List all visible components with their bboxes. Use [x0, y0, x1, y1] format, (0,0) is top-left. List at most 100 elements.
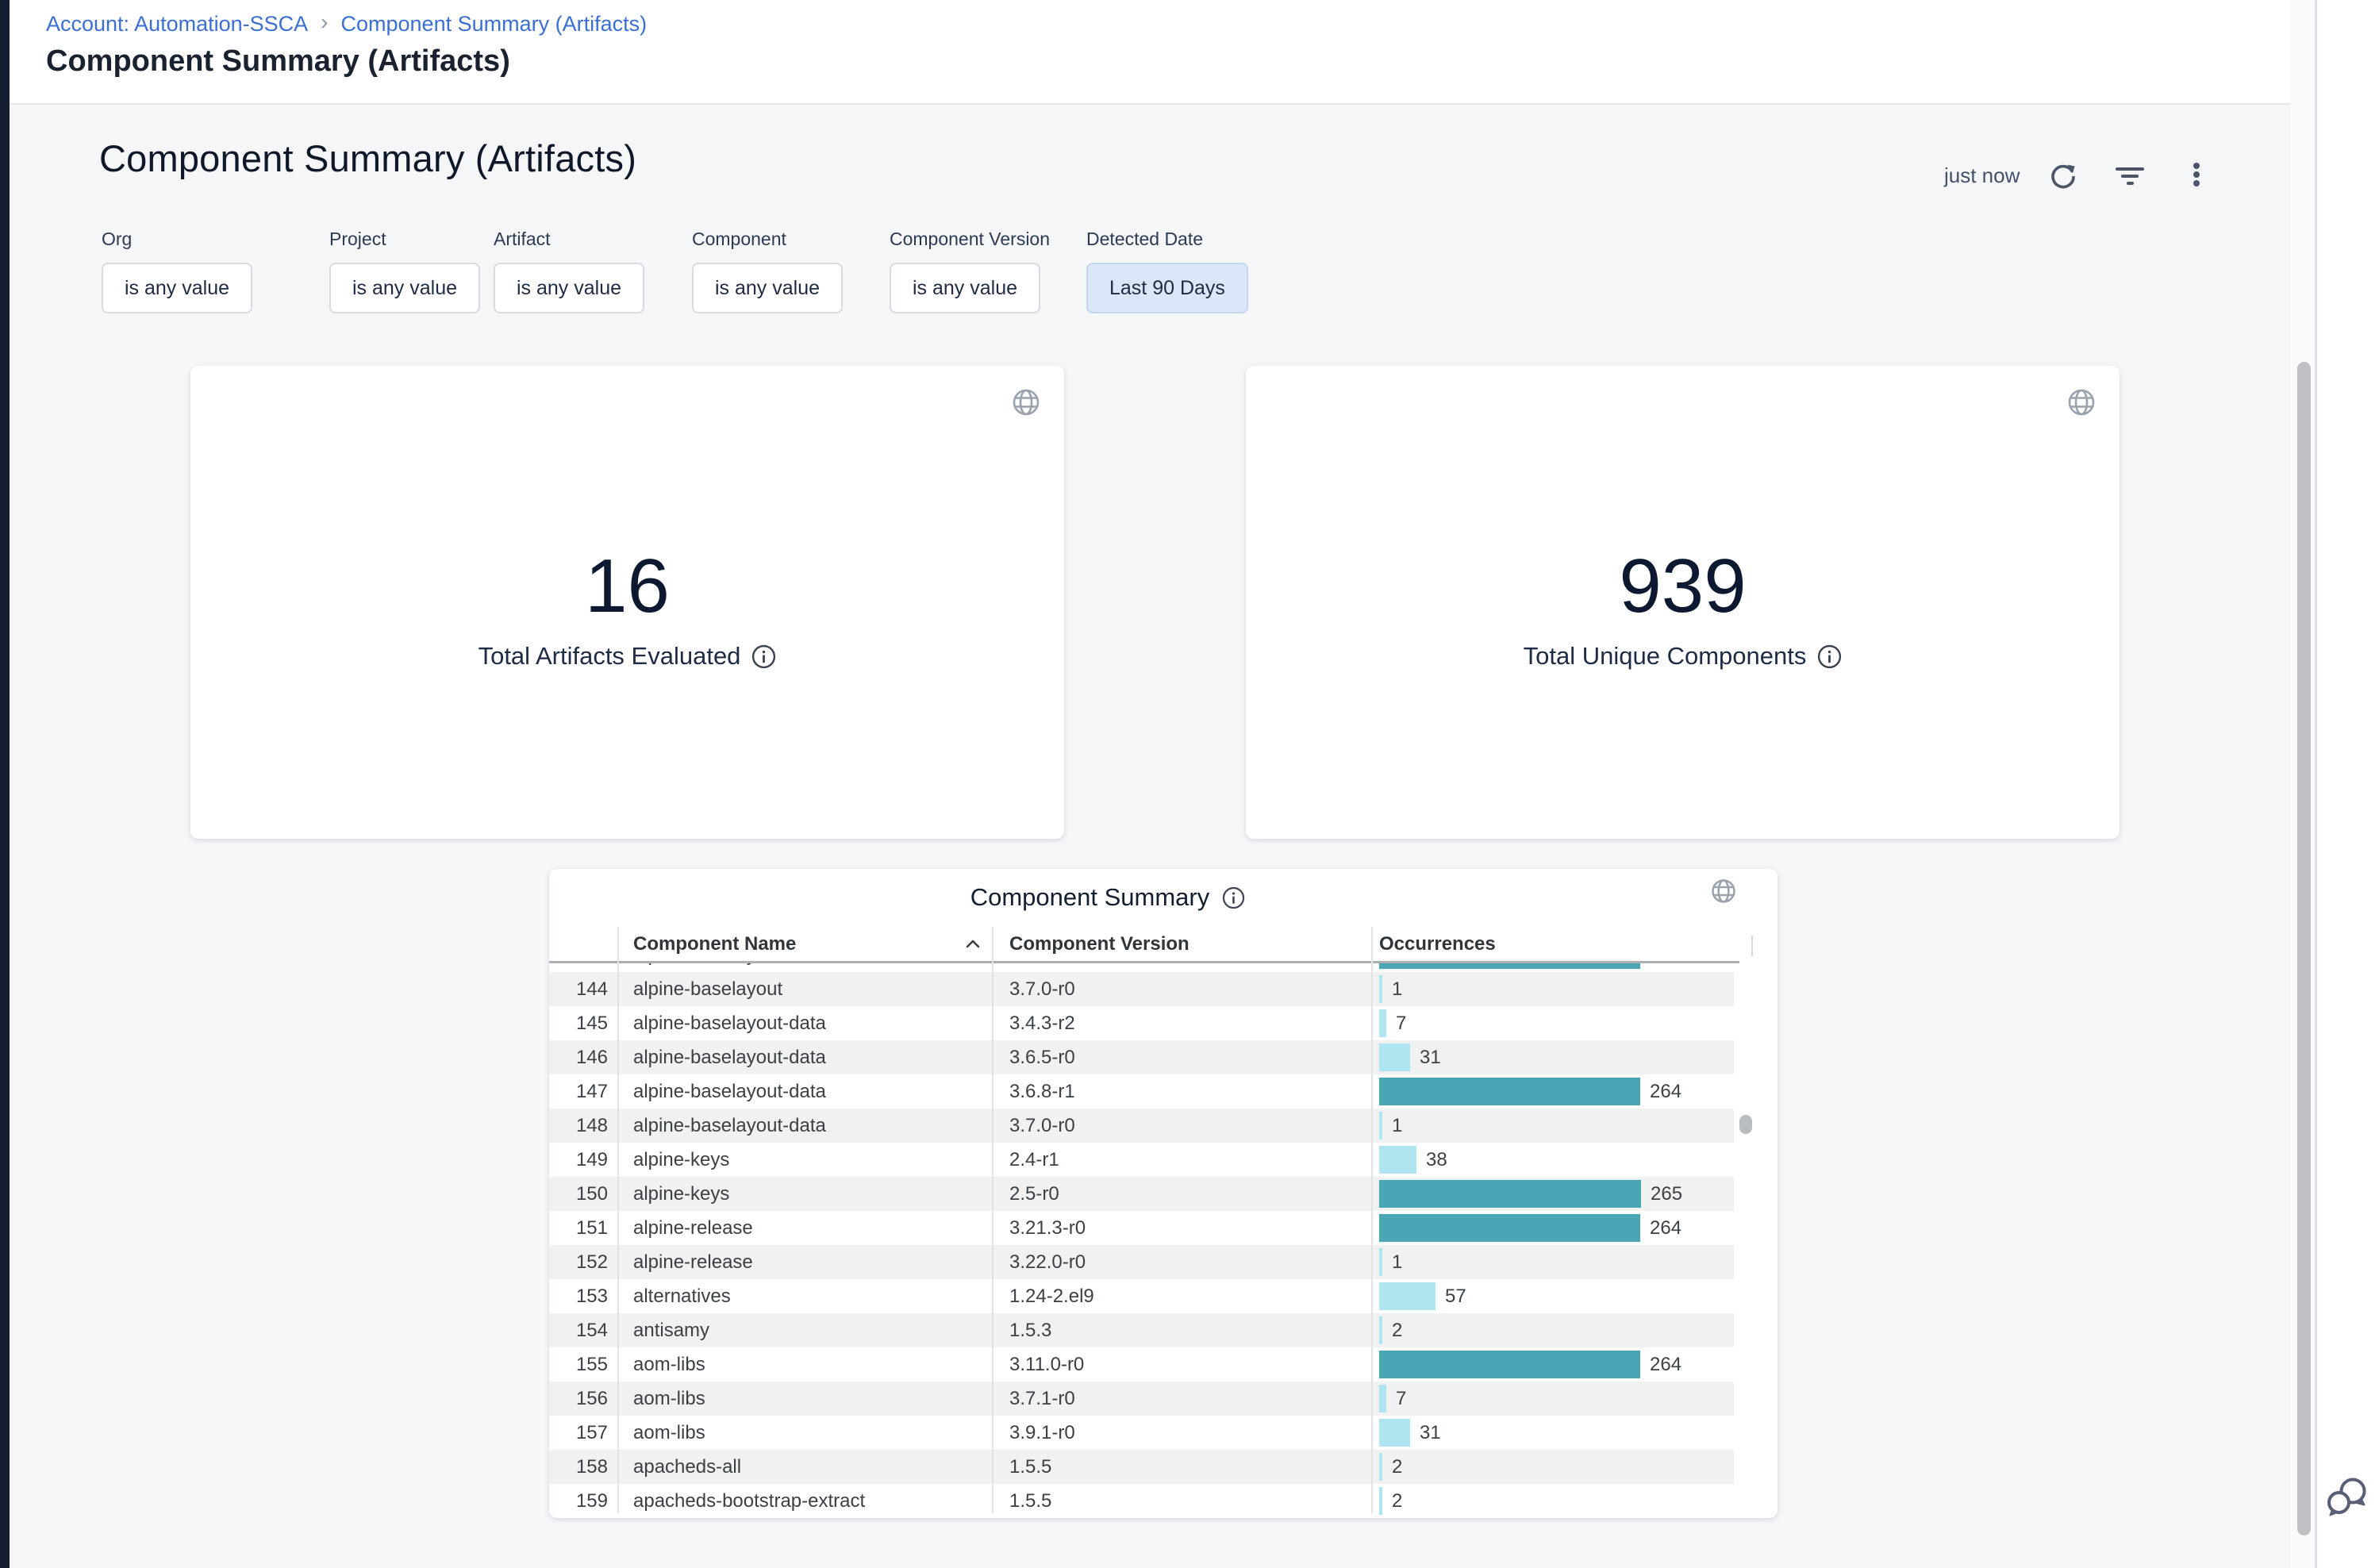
row-index: 150	[549, 1177, 608, 1211]
occurrences-bar	[1379, 1487, 1382, 1515]
table-row[interactable]: 149alpine-keys2.4-r138	[549, 1143, 1734, 1177]
breadcrumb-chevron-icon: ›	[321, 10, 328, 35]
table-row[interactable]: 151alpine-release3.21.3-r0264	[549, 1211, 1734, 1245]
table-row[interactable]: 155aom-libs3.11.0-r0264	[549, 1347, 1734, 1382]
filter-org: Org is any value	[102, 229, 252, 313]
component-name-cell: alpine-baselayout	[633, 963, 782, 972]
chat-help-button[interactable]	[2327, 1476, 2369, 1520]
filter-label: Component Version	[890, 229, 1050, 250]
refresh-button[interactable]	[2046, 159, 2081, 194]
filter-component-version-value-button[interactable]: is any value	[890, 263, 1040, 313]
occurrences-value: 264	[1650, 1211, 1681, 1245]
occurrences-value: 1	[1392, 1245, 1402, 1279]
occurrences-value: 38	[1426, 1143, 1447, 1177]
dashboard-actions-menu-button[interactable]	[2179, 157, 2214, 192]
filter-component-version: Component Version is any value	[890, 229, 1050, 313]
table-row[interactable]: 154antisamy1.5.32	[549, 1313, 1734, 1347]
occurrences-value: 1	[1392, 972, 1402, 1006]
component-name-cell: apacheds-all	[633, 1450, 741, 1484]
occurrences-bar	[1379, 1009, 1386, 1037]
component-name-cell: alpine-release	[633, 1211, 753, 1245]
occurrences-value: 264	[1650, 1347, 1681, 1382]
occurrences-value: 31	[1420, 1040, 1441, 1074]
table-row[interactable]: 157aom-libs3.9.1-r031	[549, 1416, 1734, 1450]
component-name-cell: antisamy	[633, 1313, 709, 1347]
table-row[interactable]: 153alternatives1.24-2.el957	[549, 1279, 1734, 1313]
component-version-cell: 3.6.8-r1	[1009, 1074, 1075, 1109]
component-version-cell: 3.6.8-r1	[1009, 963, 1075, 972]
filter-component-value-button[interactable]: is any value	[692, 263, 843, 313]
component-version-cell: 2.5-r0	[1009, 1177, 1059, 1211]
sort-asc-icon	[963, 935, 982, 954]
table-row[interactable]: 158apacheds-all1.5.52	[549, 1450, 1734, 1484]
row-index: 145	[549, 1006, 608, 1040]
occurrences-bar	[1379, 1453, 1382, 1481]
row-index: 146	[549, 1040, 608, 1074]
occurrences-bar	[1379, 1112, 1382, 1139]
component-name-cell: alpine-keys	[633, 1143, 729, 1177]
filter-project: Project is any value	[329, 229, 480, 313]
filter-org-value-button[interactable]: is any value	[102, 263, 252, 313]
total-artifacts-label: Total Artifacts Evaluated	[478, 642, 741, 671]
refresh-icon	[2048, 161, 2078, 191]
table-row[interactable]: 144alpine-baselayout3.7.0-r01	[549, 972, 1734, 1006]
component-version-cell: 3.7.0-r0	[1009, 1109, 1075, 1143]
total-unique-components-label: Total Unique Components	[1524, 642, 1807, 671]
breadcrumb-account-link[interactable]: Account: Automation-SSCA	[46, 12, 308, 37]
dashboard-filters-button[interactable]	[2112, 159, 2147, 194]
total-unique-components-value: 939	[1246, 543, 2120, 630]
breadcrumb-page-link[interactable]: Component Summary (Artifacts)	[341, 12, 648, 37]
table-row[interactable]: 159apacheds-bootstrap-extract1.5.52	[549, 1484, 1734, 1518]
filter-icon	[2116, 163, 2144, 189]
occurrences-value: 264	[1650, 1074, 1681, 1109]
dashboard-title: Component Summary (Artifacts)	[99, 136, 636, 180]
component-name-cell: alpine-baselayout-data	[633, 1074, 826, 1109]
occurrences-value: 2	[1392, 1450, 1402, 1484]
component-name-cell: aom-libs	[633, 1416, 705, 1450]
occurrences-bar	[1379, 1385, 1386, 1412]
row-index: 154	[549, 1313, 608, 1347]
filter-detected-date: Detected Date Last 90 Days	[1086, 229, 1248, 313]
occurrences-bar	[1379, 1180, 1641, 1208]
filter-artifact: Artifact is any value	[494, 229, 644, 313]
column-header-occurrences[interactable]: Occurrences	[1379, 927, 1496, 961]
page-scrollbar-thumb[interactable]	[2297, 362, 2311, 1535]
component-name-cell: alpine-baselayout-data	[633, 1006, 826, 1040]
table-row[interactable]: 146alpine-baselayout-data3.6.5-r031	[549, 1040, 1734, 1074]
column-header-component-version[interactable]: Component Version	[1009, 927, 1190, 961]
tile-total-artifacts: 16 Total Artifacts Evaluated	[190, 366, 1064, 839]
globe-icon	[2066, 386, 2097, 418]
right-gutter	[2317, 0, 2379, 1568]
filter-label: Org	[102, 229, 252, 250]
component-name-cell: alternatives	[633, 1279, 731, 1313]
row-index: 157	[549, 1416, 608, 1450]
table-row[interactable]: 156aom-libs3.7.1-r07	[549, 1382, 1734, 1416]
component-name-cell: aom-libs	[633, 1347, 705, 1382]
table-row[interactable]: 148alpine-baselayout-data3.7.0-r01	[549, 1109, 1734, 1143]
occurrences-bar	[1379, 1146, 1416, 1174]
table-row[interactable]: 145alpine-baselayout-data3.4.3-r27	[549, 1006, 1734, 1040]
table-row[interactable]: 143alpine-baselayout3.6.8-r1264	[549, 963, 1734, 972]
occurrences-value: 265	[1651, 1177, 1682, 1211]
table-row[interactable]: 150 alpine-keys 2.5-r0 265	[549, 1177, 1734, 1211]
component-version-cell: 3.11.0-r0	[1009, 1347, 1084, 1382]
filter-artifact-value-button[interactable]: is any value	[494, 263, 644, 313]
occurrences-value: 264	[1650, 963, 1681, 972]
table-row[interactable]: 147alpine-baselayout-data3.6.8-r1264	[549, 1074, 1734, 1109]
filter-detected-date-value-button[interactable]: Last 90 Days	[1086, 263, 1248, 313]
component-name-cell: aom-libs	[633, 1382, 705, 1416]
tile-total-unique-components: 939 Total Unique Components	[1246, 366, 2120, 839]
row-index: 158	[549, 1450, 608, 1484]
column-header-component-name[interactable]: Component Name	[633, 927, 796, 961]
table-header: Component Name Component Version Occurre…	[549, 927, 1778, 961]
table-row[interactable]: 152alpine-release3.22.0-r01	[549, 1245, 1734, 1279]
occurrences-value: 7	[1396, 1006, 1406, 1040]
filter-label: Detected Date	[1086, 229, 1248, 250]
component-name-cell: alpine-keys	[633, 1177, 729, 1211]
row-index: 144	[549, 972, 608, 1006]
table-scrollbar-thumb[interactable]	[1739, 1115, 1752, 1134]
filter-project-value-button[interactable]: is any value	[329, 263, 480, 313]
occurrences-value: 1	[1392, 1109, 1402, 1143]
filter-label: Component	[692, 229, 843, 250]
component-version-cell: 3.21.3-r0	[1009, 1211, 1086, 1245]
